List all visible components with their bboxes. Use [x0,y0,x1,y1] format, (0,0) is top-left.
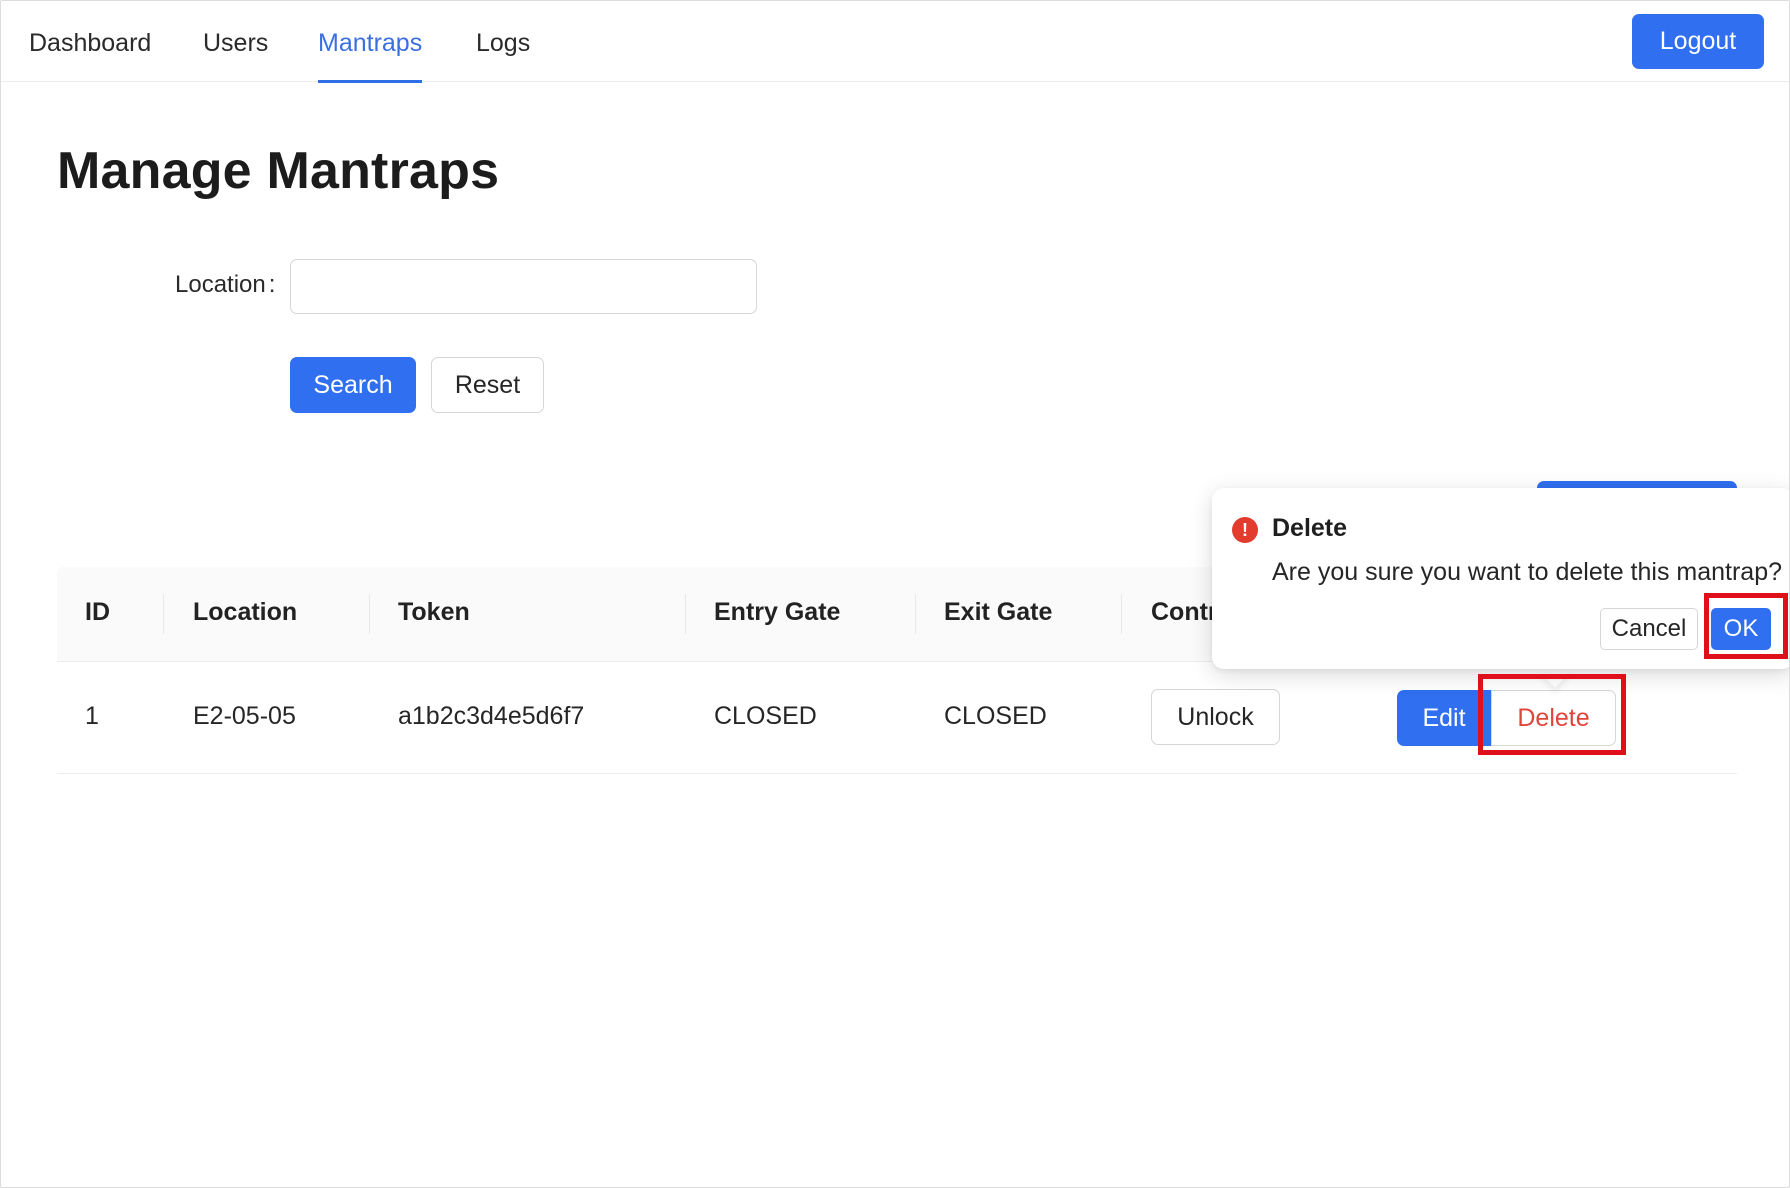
top-nav: Dashboard Users Mantraps Logs Logout [1,1,1789,83]
cell-entry-gate: CLOSED [714,702,817,730]
column-header-token: Token [398,598,470,626]
column-divider [369,594,370,634]
nav-item-logs[interactable]: Logs [476,27,530,82]
location-input[interactable] [290,259,757,314]
unlock-button[interactable]: Unlock [1151,689,1280,745]
ok-button[interactable]: OK [1711,608,1771,650]
delete-popconfirm: ! Delete Are you sure you want to delete… [1212,488,1789,669]
cell-exit-gate: CLOSED [944,702,1047,730]
location-label: Location: [175,271,275,299]
column-header-entry-gate: Entry Gate [714,598,841,626]
cell-location: E2-05-05 [193,702,296,730]
delete-button[interactable]: Delete [1491,690,1616,746]
exclamation-circle-icon: ! [1232,517,1258,543]
nav-item-users[interactable]: Users [203,27,268,82]
location-label-text: Location [175,271,266,298]
column-divider [685,594,686,634]
column-divider [1121,594,1122,634]
page-title: Manage Mantraps [57,142,500,200]
popconfirm-description: Are you sure you want to delete this man… [1272,558,1783,586]
cell-token: a1b2c3d4e5d6f7 [398,702,585,730]
column-header-exit-gate: Exit Gate [944,598,1053,626]
nav-item-dashboard[interactable]: Dashboard [29,27,151,82]
nav-item-mantraps[interactable]: Mantraps [318,27,423,83]
column-header-location: Location [193,598,298,626]
cancel-button[interactable]: Cancel [1600,608,1698,650]
logout-button[interactable]: Logout [1632,14,1764,69]
app-window: Dashboard Users Mantraps Logs Logout Man… [0,0,1790,1188]
popconfirm-title: Delete [1272,514,1348,542]
column-header-id: ID [85,598,110,626]
location-label-colon: : [268,271,276,298]
edit-button[interactable]: Edit [1397,690,1491,746]
column-divider [163,594,164,634]
column-divider [915,594,916,634]
column-header-control: Contr [1151,598,1218,626]
reset-button[interactable]: Reset [431,357,544,413]
search-button[interactable]: Search [290,357,416,413]
cell-id: 1 [85,702,99,730]
